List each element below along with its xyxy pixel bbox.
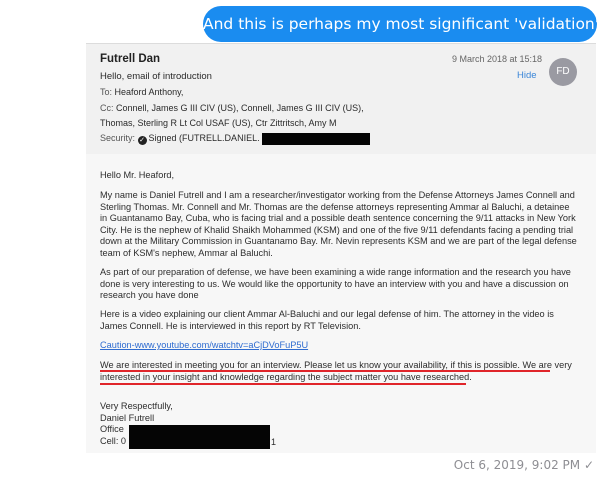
- email-subject: Hello, email of introduction: [100, 71, 212, 82]
- cc-value-line1: Connell, James G III CIV (US), Connell, …: [116, 103, 364, 113]
- para1-line: team of KSM's nephew, Ammar al Baluchi.: [100, 247, 273, 258]
- para1-line: My name is Daniel Futrell and I am a res…: [100, 190, 575, 200]
- para2-line: As part of our preparation of defense, w…: [100, 267, 571, 277]
- cc-label: Cc:: [100, 103, 114, 113]
- cc-row: Cc: Connell, James G III CIV (US), Conne…: [100, 103, 364, 113]
- email-screenshot-image[interactable]: Futrell Dan Hello, email of introduction…: [86, 43, 596, 453]
- security-label: Security:: [100, 133, 136, 143]
- signed-check-icon: ✓: [137, 136, 147, 145]
- redaction-bar: [262, 133, 370, 145]
- para2-line: research you have done: [100, 290, 199, 300]
- signature-cell-tail: 1: [271, 437, 277, 447]
- to-label: To:: [100, 87, 113, 97]
- email-date: 9 March 2018 at 15:18: [452, 54, 543, 64]
- redaction-bar: [129, 425, 270, 449]
- signature-cell: Cell: 0: [100, 435, 127, 446]
- sender-name: Futrell Dan: [100, 53, 161, 65]
- para3-line: James Connell. He is interviewed in this…: [100, 320, 361, 331]
- red-underline: [100, 383, 466, 385]
- para4-line: interested in your insight and knowledge…: [100, 371, 472, 382]
- to-value: Heaford Anthony,: [114, 87, 184, 97]
- message-timestamp: Oct 6, 2019, 9:02 PM ✓: [453, 458, 594, 472]
- red-underline: [100, 370, 550, 372]
- to-row: To: Heaford Anthony,: [100, 87, 183, 97]
- para1-line: Sterling Thomas. Mr. Connell and Mr. Tho…: [100, 201, 570, 212]
- security-value: Signed (FUTRELL.DANIEL.: [148, 133, 260, 143]
- para2-line: done is very interesting to us. We would…: [100, 278, 569, 289]
- signature-office: Office: [100, 424, 124, 434]
- signature-name: Daniel Futrell: [100, 412, 155, 423]
- sender-avatar: FD: [549, 58, 577, 86]
- closing: Very Respectfully,: [100, 401, 173, 411]
- message-bubble[interactable]: And this is perhaps my most significant …: [203, 6, 604, 42]
- cc-value-line2: Thomas, Sterling R Lt Col USAF (US), Ctr…: [100, 118, 337, 128]
- para3-line: Here is a video explaining our client Am…: [100, 309, 554, 319]
- security-row: Security: ✓ Signed (FUTRELL.DANIEL.: [100, 133, 260, 145]
- hide-link: Hide: [517, 70, 537, 81]
- greeting: Hello Mr. Heaford,: [100, 170, 175, 180]
- para1-line: down at the Military Commission in Guant…: [100, 236, 577, 246]
- para1-line: City. He is the nephew of Khalid Shaikh …: [100, 224, 574, 235]
- para1-line: in Guantanamo Bay, Cuba, who is facing t…: [100, 213, 576, 223]
- youtube-link: Caution-www.youtube.com/watchtv=aCjDVoFu…: [100, 340, 309, 350]
